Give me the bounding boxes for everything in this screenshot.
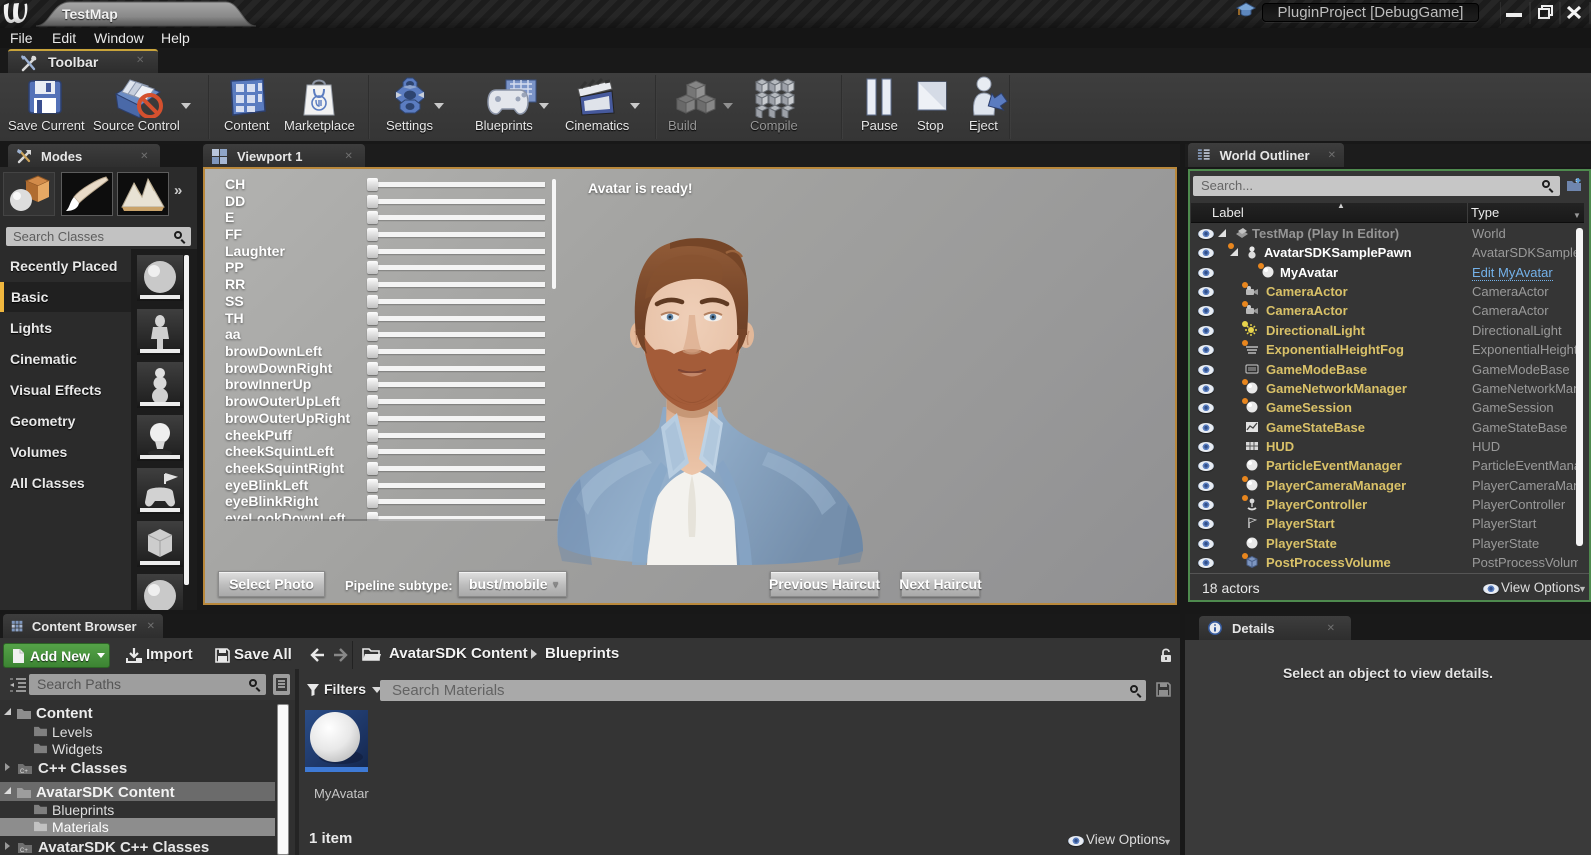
svg-text:C+: C+ (20, 848, 28, 854)
svg-text:C+: C+ (20, 769, 28, 775)
